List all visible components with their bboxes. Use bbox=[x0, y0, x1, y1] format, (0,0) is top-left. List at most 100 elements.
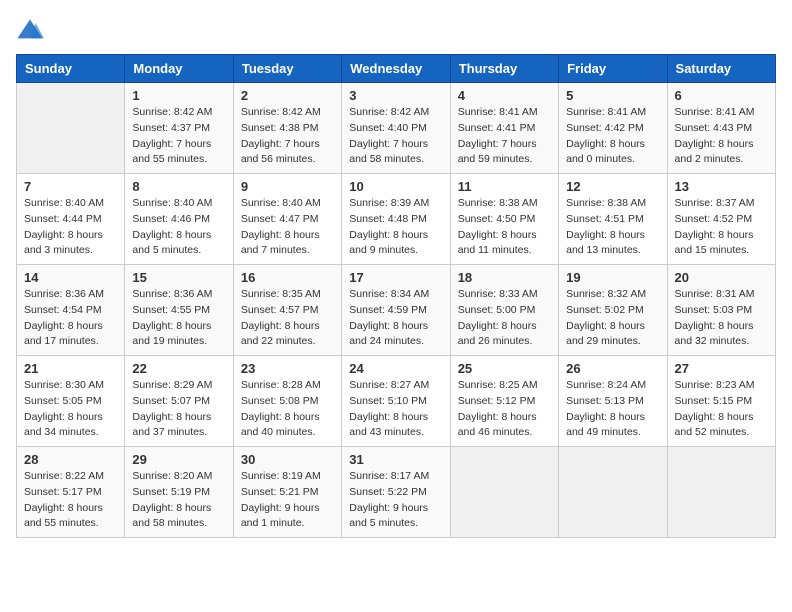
calendar-cell: 19 Sunrise: 8:32 AMSunset: 5:02 PMDayligh… bbox=[559, 265, 667, 356]
calendar-cell: 7 Sunrise: 8:40 AMSunset: 4:44 PMDaylight… bbox=[17, 174, 125, 265]
day-detail: Sunrise: 8:40 AMSunset: 4:44 PMDaylight:… bbox=[24, 196, 117, 259]
calendar-cell: 17 Sunrise: 8:34 AMSunset: 4:59 PMDayligh… bbox=[342, 265, 450, 356]
weekday-friday: Friday bbox=[559, 55, 667, 83]
day-detail: Sunrise: 8:38 AMSunset: 4:50 PMDaylight:… bbox=[458, 196, 551, 259]
day-detail: Sunrise: 8:24 AMSunset: 5:13 PMDaylight:… bbox=[566, 378, 659, 441]
day-detail: Sunrise: 8:28 AMSunset: 5:08 PMDaylight:… bbox=[241, 378, 334, 441]
weekday-tuesday: Tuesday bbox=[233, 55, 341, 83]
day-detail: Sunrise: 8:42 AMSunset: 4:37 PMDaylight:… bbox=[132, 105, 225, 168]
calendar-cell: 21 Sunrise: 8:30 AMSunset: 5:05 PMDayligh… bbox=[17, 356, 125, 447]
day-detail: Sunrise: 8:41 AMSunset: 4:41 PMDaylight:… bbox=[458, 105, 551, 168]
day-detail: Sunrise: 8:40 AMSunset: 4:46 PMDaylight:… bbox=[132, 196, 225, 259]
calendar-cell bbox=[667, 447, 775, 538]
day-detail: Sunrise: 8:20 AMSunset: 5:19 PMDaylight:… bbox=[132, 469, 225, 532]
calendar-cell: 25 Sunrise: 8:25 AMSunset: 5:12 PMDayligh… bbox=[450, 356, 558, 447]
calendar-week-3: 14 Sunrise: 8:36 AMSunset: 4:54 PMDayligh… bbox=[17, 265, 776, 356]
day-number: 20 bbox=[675, 270, 768, 285]
calendar-cell: 15 Sunrise: 8:36 AMSunset: 4:55 PMDayligh… bbox=[125, 265, 233, 356]
day-detail: Sunrise: 8:17 AMSunset: 5:22 PMDaylight:… bbox=[349, 469, 442, 532]
calendar-cell: 20 Sunrise: 8:31 AMSunset: 5:03 PMDayligh… bbox=[667, 265, 775, 356]
calendar-cell: 3Sunrise: 8:42 AMSunset: 4:40 PMDaylight… bbox=[342, 83, 450, 174]
day-number: 24 bbox=[349, 361, 442, 376]
day-detail: Sunrise: 8:22 AMSunset: 5:17 PMDaylight:… bbox=[24, 469, 117, 532]
calendar-cell bbox=[559, 447, 667, 538]
day-detail: Sunrise: 8:37 AMSunset: 4:52 PMDaylight:… bbox=[675, 196, 768, 259]
calendar-cell: 13Sunrise: 8:37 AMSunset: 4:52 PMDayligh… bbox=[667, 174, 775, 265]
calendar-cell: 23 Sunrise: 8:28 AMSunset: 5:08 PMDayligh… bbox=[233, 356, 341, 447]
day-number: 11 bbox=[458, 179, 551, 194]
calendar-week-1: 1 Sunrise: 8:42 AMSunset: 4:37 PMDaylight… bbox=[17, 83, 776, 174]
logo-icon bbox=[16, 16, 44, 44]
calendar-cell: 16 Sunrise: 8:35 AMSunset: 4:57 PMDayligh… bbox=[233, 265, 341, 356]
day-detail: Sunrise: 8:25 AMSunset: 5:12 PMDaylight:… bbox=[458, 378, 551, 441]
day-detail: Sunrise: 8:40 AMSunset: 4:47 PMDaylight:… bbox=[241, 196, 334, 259]
day-number: 15 bbox=[132, 270, 225, 285]
day-number: 19 bbox=[566, 270, 659, 285]
weekday-header-row: SundayMondayTuesdayWednesdayThursdayFrid… bbox=[17, 55, 776, 83]
calendar-cell: 29 Sunrise: 8:20 AMSunset: 5:19 PMDayligh… bbox=[125, 447, 233, 538]
calendar-cell: 30 Sunrise: 8:19 AMSunset: 5:21 PMDayligh… bbox=[233, 447, 341, 538]
day-number: 8 bbox=[132, 179, 225, 194]
day-detail: Sunrise: 8:38 AMSunset: 4:51 PMDaylight:… bbox=[566, 196, 659, 259]
day-number: 4 bbox=[458, 88, 551, 103]
calendar-cell: 28 Sunrise: 8:22 AMSunset: 5:17 PMDayligh… bbox=[17, 447, 125, 538]
calendar-cell: 1 Sunrise: 8:42 AMSunset: 4:37 PMDaylight… bbox=[125, 83, 233, 174]
day-number: 21 bbox=[24, 361, 117, 376]
calendar-week-5: 28 Sunrise: 8:22 AMSunset: 5:17 PMDayligh… bbox=[17, 447, 776, 538]
day-number: 17 bbox=[349, 270, 442, 285]
weekday-thursday: Thursday bbox=[450, 55, 558, 83]
day-detail: Sunrise: 8:35 AMSunset: 4:57 PMDaylight:… bbox=[241, 287, 334, 350]
day-number: 5 bbox=[566, 88, 659, 103]
day-detail: Sunrise: 8:33 AMSunset: 5:00 PMDaylight:… bbox=[458, 287, 551, 350]
calendar-cell: 11 Sunrise: 8:38 AMSunset: 4:50 PMDayligh… bbox=[450, 174, 558, 265]
day-number: 22 bbox=[132, 361, 225, 376]
logo bbox=[16, 16, 48, 44]
weekday-monday: Monday bbox=[125, 55, 233, 83]
day-number: 23 bbox=[241, 361, 334, 376]
calendar-cell: 8 Sunrise: 8:40 AMSunset: 4:46 PMDaylight… bbox=[125, 174, 233, 265]
day-detail: Sunrise: 8:36 AMSunset: 4:55 PMDaylight:… bbox=[132, 287, 225, 350]
day-number: 28 bbox=[24, 452, 117, 467]
day-detail: Sunrise: 8:27 AMSunset: 5:10 PMDaylight:… bbox=[349, 378, 442, 441]
calendar-cell: 31 Sunrise: 8:17 AMSunset: 5:22 PMDayligh… bbox=[342, 447, 450, 538]
day-number: 26 bbox=[566, 361, 659, 376]
day-detail: Sunrise: 8:23 AMSunset: 5:15 PMDaylight:… bbox=[675, 378, 768, 441]
day-detail: Sunrise: 8:19 AMSunset: 5:21 PMDaylight:… bbox=[241, 469, 334, 532]
day-detail: Sunrise: 8:42 AMSunset: 4:40 PMDaylight:… bbox=[349, 105, 442, 168]
day-number: 31 bbox=[349, 452, 442, 467]
day-detail: Sunrise: 8:31 AMSunset: 5:03 PMDaylight:… bbox=[675, 287, 768, 350]
day-detail: Sunrise: 8:30 AMSunset: 5:05 PMDaylight:… bbox=[24, 378, 117, 441]
day-number: 14 bbox=[24, 270, 117, 285]
day-number: 29 bbox=[132, 452, 225, 467]
day-detail: Sunrise: 8:39 AMSunset: 4:48 PMDaylight:… bbox=[349, 196, 442, 259]
day-detail: Sunrise: 8:34 AMSunset: 4:59 PMDaylight:… bbox=[349, 287, 442, 350]
calendar-cell: 22 Sunrise: 8:29 AMSunset: 5:07 PMDayligh… bbox=[125, 356, 233, 447]
calendar-week-2: 7 Sunrise: 8:40 AMSunset: 4:44 PMDaylight… bbox=[17, 174, 776, 265]
weekday-saturday: Saturday bbox=[667, 55, 775, 83]
day-detail: Sunrise: 8:32 AMSunset: 5:02 PMDaylight:… bbox=[566, 287, 659, 350]
calendar-cell: 24 Sunrise: 8:27 AMSunset: 5:10 PMDayligh… bbox=[342, 356, 450, 447]
day-detail: Sunrise: 8:41 AMSunset: 4:43 PMDaylight:… bbox=[675, 105, 768, 168]
weekday-wednesday: Wednesday bbox=[342, 55, 450, 83]
calendar-cell bbox=[17, 83, 125, 174]
day-number: 27 bbox=[675, 361, 768, 376]
day-number: 18 bbox=[458, 270, 551, 285]
calendar-cell: 2Sunrise: 8:42 AMSunset: 4:38 PMDaylight… bbox=[233, 83, 341, 174]
calendar-cell: 10Sunrise: 8:39 AMSunset: 4:48 PMDayligh… bbox=[342, 174, 450, 265]
calendar-cell: 18 Sunrise: 8:33 AMSunset: 5:00 PMDayligh… bbox=[450, 265, 558, 356]
calendar-table: SundayMondayTuesdayWednesdayThursdayFrid… bbox=[16, 54, 776, 538]
day-number: 16 bbox=[241, 270, 334, 285]
weekday-sunday: Sunday bbox=[17, 55, 125, 83]
day-detail: Sunrise: 8:36 AMSunset: 4:54 PMDaylight:… bbox=[24, 287, 117, 350]
day-detail: Sunrise: 8:42 AMSunset: 4:38 PMDaylight:… bbox=[241, 105, 334, 168]
day-number: 1 bbox=[132, 88, 225, 103]
day-number: 25 bbox=[458, 361, 551, 376]
day-detail: Sunrise: 8:41 AMSunset: 4:42 PMDaylight:… bbox=[566, 105, 659, 168]
day-number: 30 bbox=[241, 452, 334, 467]
day-number: 12 bbox=[566, 179, 659, 194]
calendar-cell: 14 Sunrise: 8:36 AMSunset: 4:54 PMDayligh… bbox=[17, 265, 125, 356]
calendar-cell: 26 Sunrise: 8:24 AMSunset: 5:13 PMDayligh… bbox=[559, 356, 667, 447]
calendar-cell: 9Sunrise: 8:40 AMSunset: 4:47 PMDaylight… bbox=[233, 174, 341, 265]
day-number: 7 bbox=[24, 179, 117, 194]
day-detail: Sunrise: 8:29 AMSunset: 5:07 PMDaylight:… bbox=[132, 378, 225, 441]
